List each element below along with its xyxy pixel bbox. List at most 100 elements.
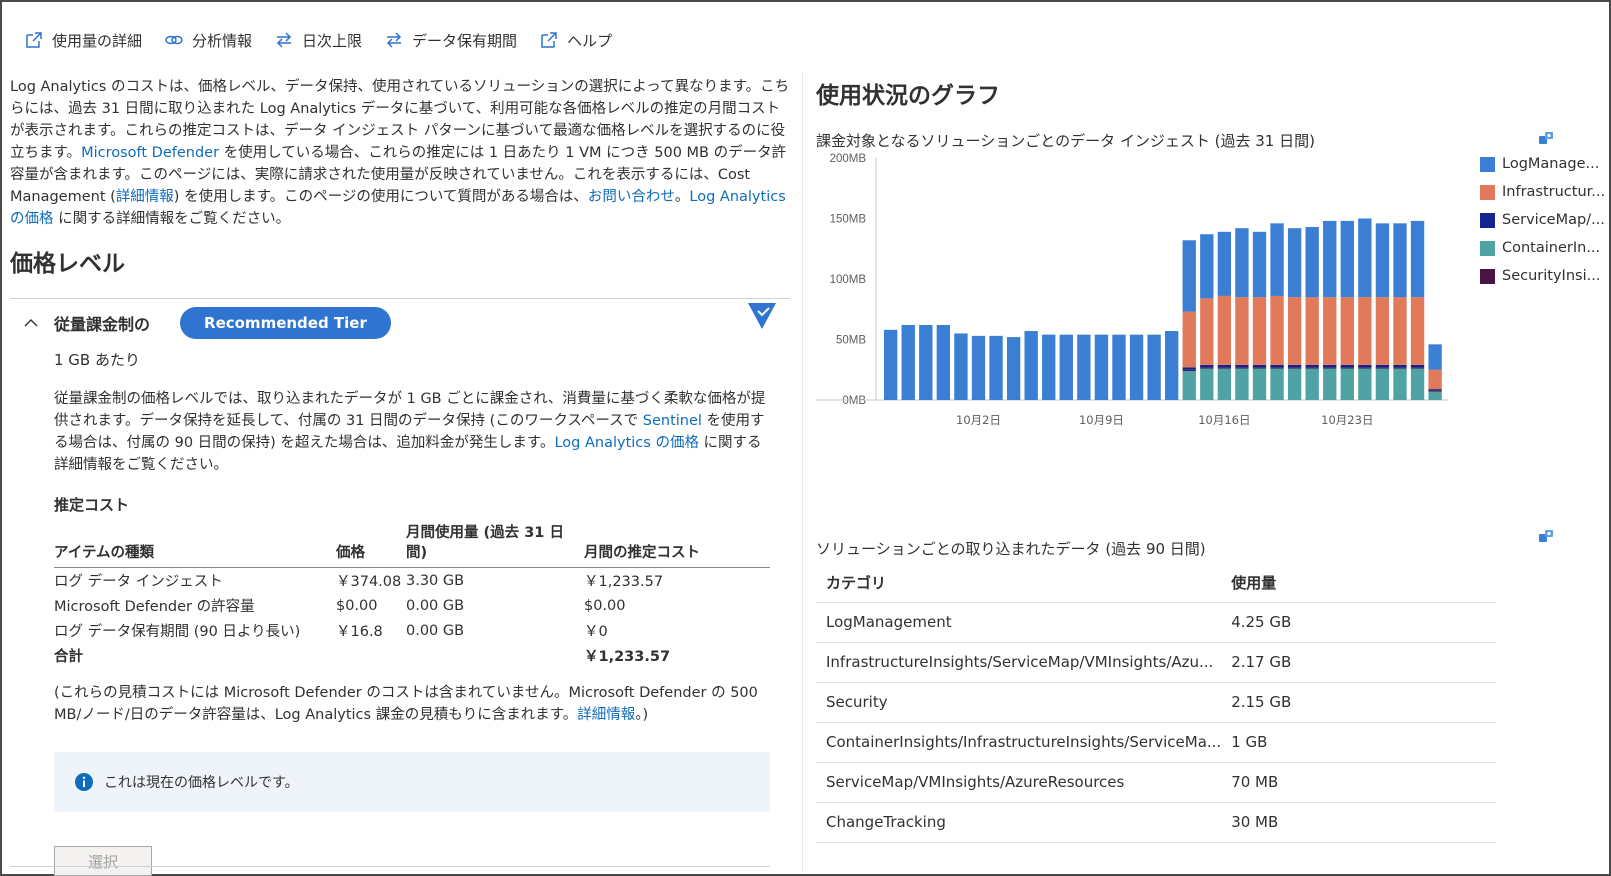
bar-segment-infra[interactable] — [1340, 297, 1354, 365]
bar-segment-security[interactable] — [1217, 367, 1232, 369]
bar-segment-security[interactable] — [1428, 390, 1442, 392]
bar-segment-log[interactable] — [1252, 231, 1267, 298]
bar-segment-log[interactable] — [1006, 337, 1021, 400]
bar-segment-log[interactable] — [1182, 240, 1196, 312]
bar-segment-container[interactable] — [1393, 368, 1407, 400]
bar-segment-infra[interactable] — [1323, 297, 1337, 365]
legend-item[interactable]: LogManage... — [1480, 150, 1605, 178]
bar-segment-security[interactable] — [1393, 367, 1407, 369]
bar-segment-log[interactable] — [989, 335, 1003, 400]
bar-segment-container[interactable] — [1305, 368, 1319, 400]
bar-segment-container[interactable] — [1287, 368, 1302, 400]
bar-segment-log[interactable] — [1217, 231, 1232, 296]
help-button[interactable]: ヘルプ — [539, 30, 612, 51]
bar-segment-log[interactable] — [1340, 220, 1354, 298]
bar-segment-container[interactable] — [1375, 368, 1390, 400]
legend-item[interactable]: ServiceMap/... — [1480, 206, 1605, 234]
daily-cap-button[interactable]: 日次上限 — [274, 30, 362, 51]
bar-segment-infra[interactable] — [1375, 297, 1390, 365]
select-button[interactable]: 選択 — [54, 846, 152, 876]
bar-segment-servicemap[interactable] — [1200, 364, 1214, 368]
bar-segment-log[interactable] — [1323, 220, 1337, 298]
bar-segment-log[interactable] — [1287, 228, 1302, 298]
bar-segment-servicemap[interactable] — [1393, 364, 1407, 368]
pricing-link[interactable]: Log Analytics の価格 — [554, 435, 698, 451]
bar-segment-container[interactable] — [1270, 368, 1284, 400]
bar-segment-container[interactable] — [1252, 368, 1267, 400]
bar-segment-security[interactable] — [1200, 367, 1214, 369]
bar-segment-security[interactable] — [1182, 369, 1196, 371]
bar-segment-log[interactable] — [1165, 331, 1179, 400]
bar-segment-log[interactable] — [1094, 334, 1109, 400]
bar-segment-container[interactable] — [1217, 368, 1232, 400]
bar-segment-log[interactable] — [1147, 334, 1161, 400]
legend-item[interactable]: SecurityInsi... — [1480, 262, 1605, 290]
bar-segment-infra[interactable] — [1358, 297, 1372, 365]
bar-segment-servicemap[interactable] — [1340, 364, 1354, 368]
bar-segment-security[interactable] — [1287, 367, 1302, 369]
bar-segment-log[interactable] — [1024, 331, 1038, 400]
bar-segment-log[interactable] — [1393, 223, 1407, 298]
bar-segment-infra[interactable] — [1252, 297, 1267, 365]
bar-segment-servicemap[interactable] — [1323, 364, 1337, 368]
bar-segment-container[interactable] — [1410, 368, 1425, 400]
bar-segment-security[interactable] — [1252, 367, 1267, 369]
bar-segment-servicemap[interactable] — [1217, 364, 1232, 368]
bar-segment-container[interactable] — [1358, 368, 1372, 400]
bar-segment-log[interactable] — [1235, 228, 1249, 298]
insights-button[interactable]: 分析情報 — [164, 30, 252, 51]
data-retention-button[interactable]: データ保有期間 — [384, 30, 517, 51]
bar-segment-log[interactable] — [954, 333, 968, 400]
bar-segment-log[interactable] — [901, 324, 915, 400]
bar-segment-servicemap[interactable] — [1305, 364, 1319, 368]
legend-item[interactable]: Infrastructur... — [1480, 178, 1605, 206]
bar-segment-log[interactable] — [1077, 334, 1091, 400]
bar-segment-security[interactable] — [1323, 367, 1337, 369]
bar-segment-infra[interactable] — [1200, 298, 1214, 365]
tier-header[interactable]: 従量課金制の Recommended Tier — [10, 299, 790, 347]
bar-segment-servicemap[interactable] — [1252, 364, 1267, 368]
bar-segment-container[interactable] — [1200, 368, 1214, 400]
contact-link[interactable]: お問い合わせ — [588, 189, 675, 205]
bar-segment-servicemap[interactable] — [1410, 364, 1425, 368]
bar-segment-servicemap[interactable] — [1375, 364, 1390, 368]
defender-link[interactable]: Microsoft Defender — [81, 145, 219, 161]
bar-segment-log[interactable] — [936, 324, 951, 400]
bar-segment-infra[interactable] — [1182, 311, 1196, 368]
bar-segment-security[interactable] — [1270, 367, 1284, 369]
bar-segment-infra[interactable] — [1217, 295, 1232, 365]
bar-segment-security[interactable] — [1235, 367, 1249, 369]
bar-segment-security[interactable] — [1358, 367, 1372, 369]
bar-segment-log[interactable] — [1059, 334, 1073, 400]
details-link[interactable]: 詳細情報 — [116, 189, 174, 205]
bar-segment-log[interactable] — [971, 335, 986, 400]
details-link[interactable]: 詳細情報 — [577, 707, 635, 723]
bar-segment-servicemap[interactable] — [1358, 364, 1372, 368]
bar-segment-servicemap[interactable] — [1428, 389, 1442, 391]
bar-segment-container[interactable] — [1340, 368, 1354, 400]
bar-segment-infra[interactable] — [1393, 297, 1407, 365]
bar-segment-infra[interactable] — [1410, 297, 1425, 365]
bar-segment-log[interactable] — [1375, 223, 1390, 298]
chevron-up-icon[interactable] — [24, 316, 38, 330]
bar-segment-log[interactable] — [1112, 334, 1126, 400]
bar-segment-security[interactable] — [1305, 367, 1319, 369]
pin-to-dashboard-icon[interactable] — [1538, 130, 1554, 146]
bar-segment-security[interactable] — [1375, 367, 1390, 369]
bar-segment-container[interactable] — [1323, 368, 1337, 400]
bar-segment-security[interactable] — [1340, 367, 1354, 369]
bar-segment-container[interactable] — [1182, 370, 1196, 400]
bar-segment-infra[interactable] — [1428, 369, 1442, 390]
bar-segment-log[interactable] — [884, 329, 898, 400]
pin-to-dashboard-icon[interactable] — [1538, 528, 1554, 544]
bar-segment-servicemap[interactable] — [1270, 364, 1284, 368]
bar-segment-log[interactable] — [919, 324, 933, 400]
bar-segment-security[interactable] — [1410, 367, 1425, 369]
sentinel-link[interactable]: Sentinel — [643, 413, 702, 429]
bar-segment-log[interactable] — [1200, 234, 1214, 299]
bar-segment-infra[interactable] — [1287, 297, 1302, 365]
legend-item[interactable]: ContainerIn... — [1480, 234, 1605, 262]
bar-segment-log[interactable] — [1129, 334, 1144, 400]
bar-segment-infra[interactable] — [1270, 295, 1284, 365]
bar-segment-log[interactable] — [1270, 223, 1284, 296]
